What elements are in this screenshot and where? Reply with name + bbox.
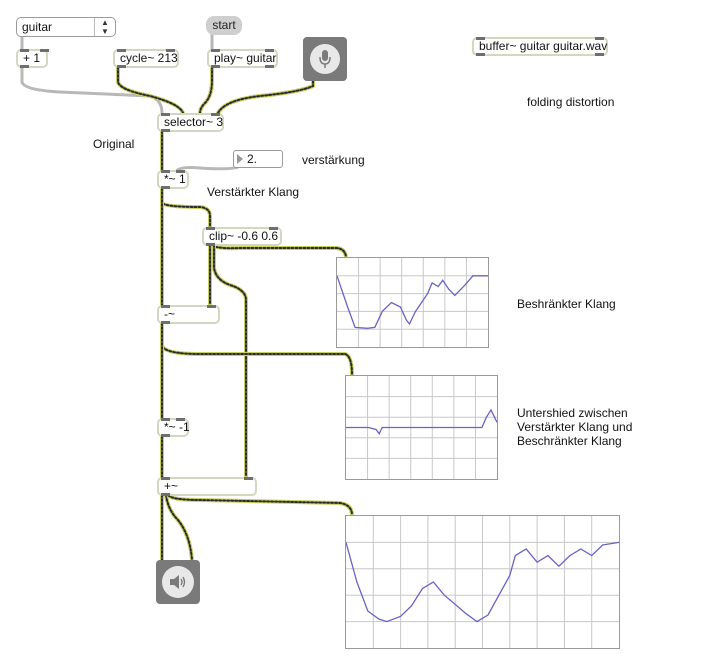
umenu-arrows-icon[interactable]: ▲ ▼: [94, 18, 115, 36]
start-message[interactable]: start: [206, 16, 242, 35]
comment-beschraenkter-klang: Beshränkter Klang: [517, 297, 616, 311]
add-text: +~: [164, 479, 179, 493]
plus-one-text: + 1: [23, 51, 41, 65]
buffer-object[interactable]: buffer~ guitar guitar.wav: [472, 37, 608, 56]
selector-text: selector~ 3: [164, 115, 224, 129]
umenu-value: guitar: [22, 20, 53, 34]
add-object[interactable]: +~: [157, 477, 257, 496]
comment-unterschied-line2: Verstärkter Klang und: [517, 420, 633, 434]
gain-number-box[interactable]: 2.: [233, 150, 283, 168]
comment-original: Original: [93, 137, 135, 151]
buffer-text: buffer~ guitar guitar.wav: [479, 39, 608, 53]
minus-text: -~: [164, 307, 176, 321]
comment-folding-distortion: folding distortion: [527, 95, 615, 109]
play-text: play~ guitar: [214, 51, 277, 65]
cord-minus-scope2[interactable]: [160, 321, 354, 377]
cord-mic-selector[interactable]: [216, 79, 315, 115]
mult-neg-text: *~ -1: [164, 420, 190, 434]
comment-verstaerkter-klang: Verstärkter Klang: [207, 185, 300, 199]
speaker-icon: [170, 575, 186, 589]
scope-waveform: [346, 408, 498, 435]
scope-clipped[interactable]: [336, 257, 489, 348]
clip-text: clip~ -0.6 0.6: [209, 229, 279, 243]
cord-add-dac-right[interactable]: [164, 493, 194, 562]
gain-number-value: 2.: [247, 152, 258, 166]
cycle-object[interactable]: cycle~ 213: [113, 49, 179, 68]
plus-one-object[interactable]: + 1: [16, 49, 50, 68]
number-triangle-icon: [237, 154, 243, 164]
play-object[interactable]: play~ guitar: [207, 49, 278, 68]
minus-object[interactable]: -~: [157, 305, 220, 324]
cord-clip-scope1[interactable]: [210, 243, 348, 259]
cycle-text: cycle~ 213: [120, 51, 178, 65]
scope-difference-display: [346, 376, 498, 479]
mult-object[interactable]: *~ 1: [157, 170, 189, 189]
comment-verstaerkung: verstärkung: [302, 153, 365, 167]
umenu-dropdown[interactable]: guitar ▲ ▼: [16, 17, 116, 37]
mult-text: *~ 1: [164, 172, 186, 186]
cord-clip-add[interactable]: [212, 243, 248, 479]
comment-unterschied: Untershied zwischen Verstärkter Klang un…: [517, 406, 632, 448]
cord-add-scope3[interactable]: [166, 493, 354, 517]
clip-object[interactable]: clip~ -0.6 0.6: [202, 227, 282, 246]
scope-waveform: [336, 275, 488, 329]
scope-clipped-display: [336, 258, 488, 347]
comment-unterschied-line1: Untershied zwischen: [517, 406, 628, 420]
microphone-icon: [319, 50, 331, 68]
scope-output-display: [345, 516, 620, 648]
scope-difference[interactable]: [345, 375, 498, 480]
selector-object[interactable]: selector~ 3: [157, 113, 224, 132]
dac-speaker-button[interactable]: [156, 560, 200, 604]
cord-minus-scope2-stripe: [161, 322, 353, 376]
adc-mic-button[interactable]: [303, 37, 347, 81]
mult-neg-object[interactable]: *~ -1: [157, 418, 190, 437]
comment-unterschied-line3: Beschränkter Klang: [517, 434, 622, 448]
cord-plus-selector[interactable]: [20, 65, 164, 115]
scope-output[interactable]: [345, 515, 620, 649]
cord-mult-clip-stripe: [161, 187, 211, 228]
